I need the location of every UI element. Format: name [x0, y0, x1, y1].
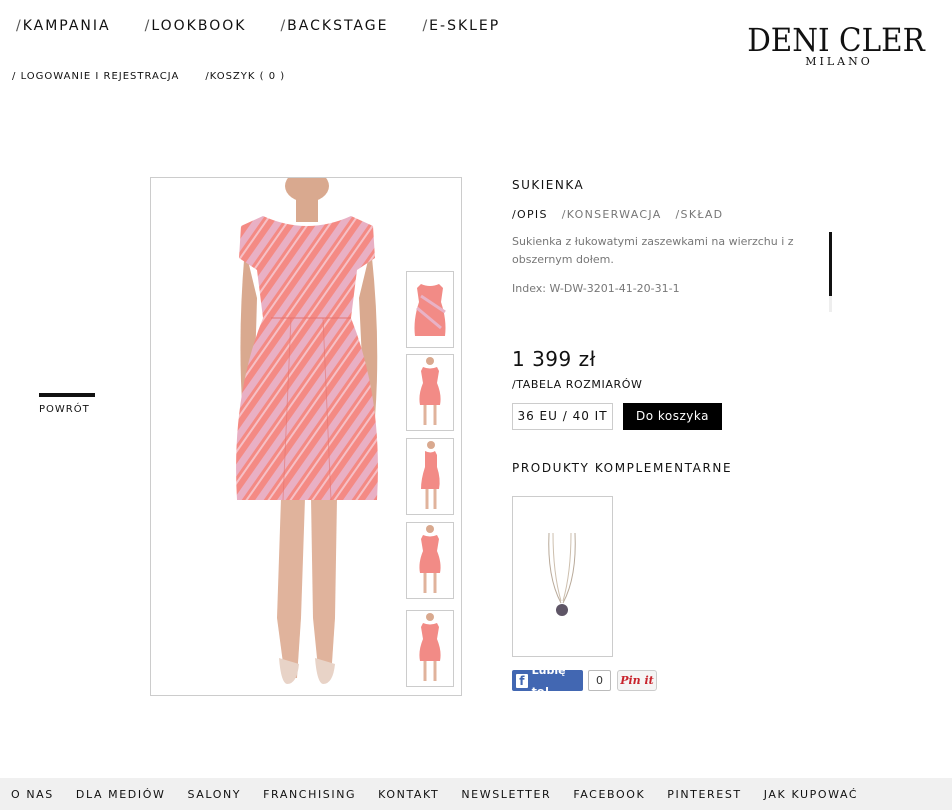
main-nav: /KAMPANIA /LOOKBOOK /BACKSTAGE /E-SKLEP — [16, 18, 534, 34]
product-index: Index: W-DW-3201-41-20-31-1 — [512, 282, 680, 295]
thumbnail-image — [419, 525, 441, 593]
thumbnail-1[interactable] — [406, 271, 454, 348]
tab-opis[interactable]: /OPIS — [512, 208, 548, 221]
product-description: Sukienka z łukowatymi zaszewkami na wier… — [512, 235, 794, 266]
product-info: SUKIENKA /OPIS /KONSERWACJA /SKŁAD Sukie… — [512, 178, 832, 295]
nav-kampania[interactable]: /KAMPANIA — [16, 18, 111, 34]
facebook-like-label: Lubię to! — [531, 663, 566, 698]
footer-kontakt[interactable]: KONTAKT — [378, 788, 439, 801]
necklace-image — [548, 532, 576, 616]
product-title: SUKIENKA — [512, 178, 585, 192]
thumbnail-5[interactable] — [406, 610, 454, 687]
facebook-like-button[interactable]: f Lubię to! — [512, 664, 583, 698]
thumbnail-image — [421, 441, 440, 509]
tab-konserwacja[interactable]: /KONSERWACJA — [562, 208, 662, 221]
size-table-link[interactable]: /TABELA ROZMIARÓW — [512, 378, 642, 391]
footer-salony[interactable]: SALONY — [187, 788, 241, 801]
footer-o-nas[interactable]: O NAS — [11, 788, 54, 801]
facebook-like: f Lubię to! 0 — [512, 664, 611, 698]
thumbnail-image — [419, 613, 441, 681]
thumbnail-image — [419, 357, 441, 425]
tab-sklad[interactable]: /SKŁAD — [676, 208, 724, 221]
facebook-icon: f — [516, 673, 528, 688]
login-register-link[interactable]: / LOGOWANIE I REJESTRACJA — [12, 71, 179, 82]
back-bar — [39, 393, 95, 397]
complementary-title: PRODUKTY KOMPLEMENTARNE — [512, 461, 733, 475]
sub-nav: / LOGOWANIE I REJESTRACJA /KOSZYK ( 0 ) — [12, 71, 311, 82]
back-label: POWRÓT — [39, 404, 90, 415]
product-tabs: /OPIS /KONSERWACJA /SKŁAD — [512, 208, 737, 221]
thumbnail-image — [414, 284, 446, 336]
nav-e-sklep[interactable]: /E-SKLEP — [422, 18, 500, 34]
footer-jak-kupowac[interactable]: JAK KUPOWAĆ — [764, 788, 858, 801]
thumbnail-2[interactable] — [406, 354, 454, 431]
cart-link[interactable]: /KOSZYK ( 0 ) — [205, 71, 285, 82]
pinterest-button[interactable]: Pin it — [617, 670, 657, 691]
footer-newsletter[interactable]: NEWSLETTER — [461, 788, 551, 801]
facebook-like-count: 0 — [588, 670, 611, 691]
back-button[interactable]: POWRÓT — [39, 393, 95, 415]
nav-backstage[interactable]: /BACKSTAGE — [280, 18, 388, 34]
footer-pinterest[interactable]: PINTEREST — [667, 788, 741, 801]
scrollbar-thumb[interactable] — [829, 232, 832, 296]
thumbnail-4[interactable] — [406, 522, 454, 599]
nav-lookbook[interactable]: /LOOKBOOK — [145, 18, 247, 34]
complementary-product[interactable] — [512, 496, 613, 657]
footer-facebook[interactable]: FACEBOOK — [573, 788, 645, 801]
footer-franchising[interactable]: FRANCHISING — [263, 788, 356, 801]
thumbnail-3[interactable] — [406, 438, 454, 515]
brand-logo[interactable]: DENI CLER MILANO — [735, 22, 937, 68]
footer: O NAS DLA MEDIÓW SALONY FRANCHISING KONT… — [0, 778, 952, 810]
logo-brand: DENI CLER — [747, 21, 925, 59]
product-price: 1 399 zł — [512, 347, 596, 371]
description-scrollbar[interactable] — [829, 232, 832, 312]
add-to-cart-button[interactable]: Do koszyka — [623, 403, 722, 430]
size-selector[interactable]: 36 EU / 40 IT — [512, 403, 613, 430]
footer-dla-mediow[interactable]: DLA MEDIÓW — [76, 788, 166, 801]
